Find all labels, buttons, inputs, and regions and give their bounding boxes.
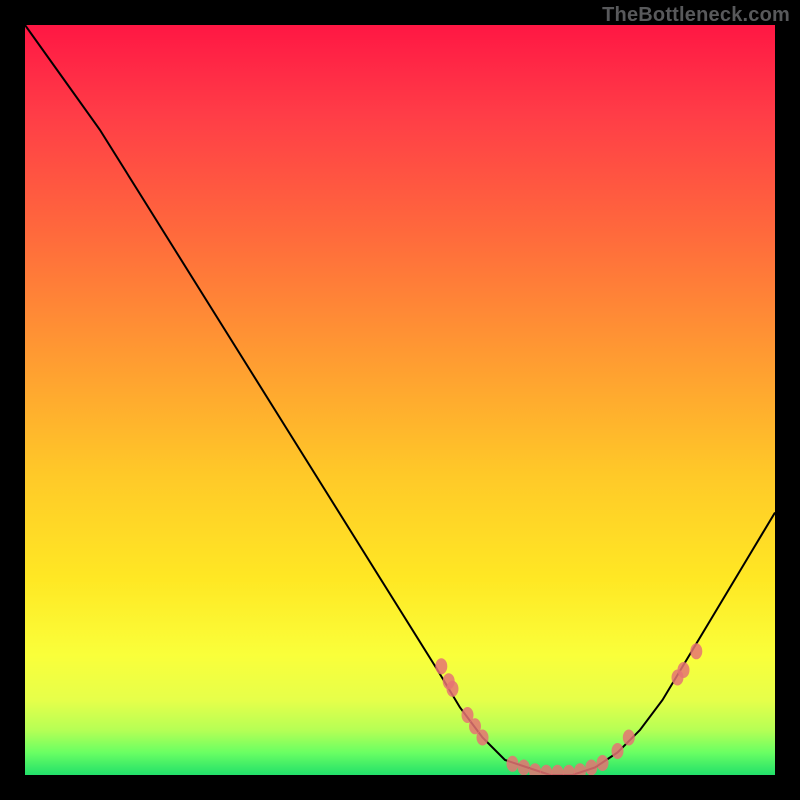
chart-marker bbox=[612, 743, 624, 759]
chart-marker bbox=[690, 643, 702, 659]
chart-marker bbox=[623, 730, 635, 746]
chart-marker bbox=[447, 681, 459, 697]
chart-plot-area bbox=[25, 25, 775, 775]
chart-stage: TheBottleneck.com bbox=[0, 0, 800, 800]
chart-svg bbox=[25, 25, 775, 775]
chart-marker bbox=[507, 756, 519, 772]
chart-marker bbox=[477, 730, 489, 746]
chart-markers bbox=[435, 643, 702, 775]
watermark-text: TheBottleneck.com bbox=[602, 4, 790, 27]
chart-marker bbox=[585, 760, 597, 776]
chart-marker bbox=[678, 662, 690, 678]
chart-marker bbox=[435, 658, 447, 674]
chart-marker bbox=[552, 765, 564, 775]
chart-marker bbox=[540, 765, 552, 775]
chart-curve bbox=[25, 25, 775, 775]
chart-marker bbox=[563, 765, 575, 775]
chart-marker bbox=[597, 755, 609, 771]
chart-marker bbox=[529, 763, 541, 775]
chart-marker bbox=[574, 763, 586, 775]
chart-marker bbox=[518, 760, 530, 776]
